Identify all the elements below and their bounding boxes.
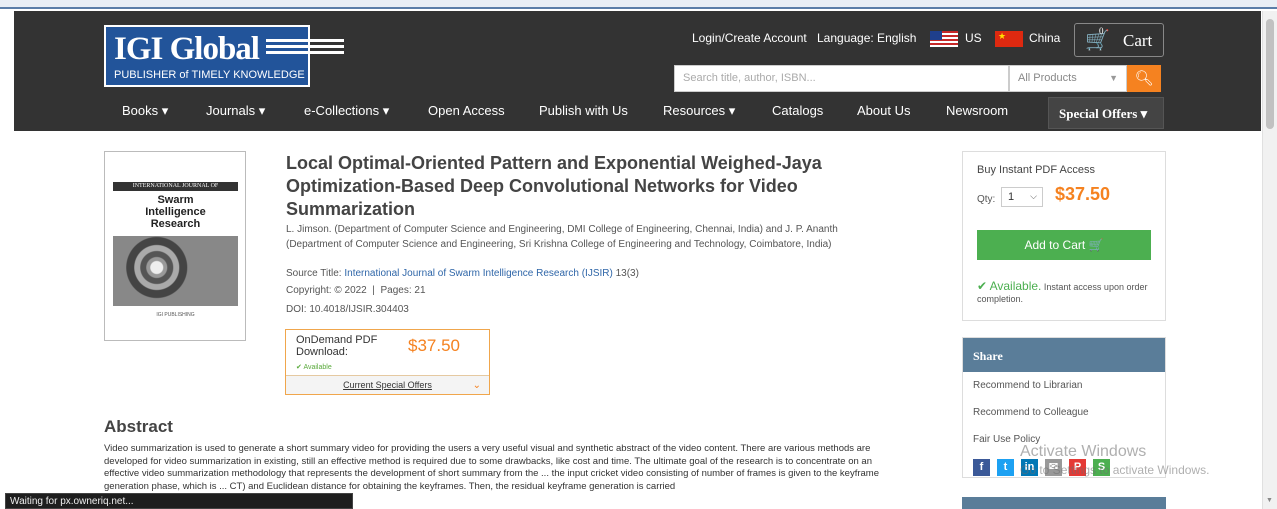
logo-name: IGI Global (114, 31, 260, 67)
product-filter-select[interactable]: All Products ▼ (1009, 65, 1127, 92)
copyright-pages-line: Copyright: © 2022 | Pages: 21 (286, 285, 426, 296)
region-china-link[interactable]: China (1029, 31, 1060, 45)
cart-icon: 🛒 (1088, 238, 1104, 252)
nav-journals[interactable]: Journals ▾ (206, 103, 265, 119)
doi: DOI: 10.4018/IJSIR.304403 (286, 304, 409, 315)
nav-resources[interactable]: Resources ▾ (663, 103, 735, 119)
browser-top-edge (0, 0, 1277, 9)
journal-cover-image[interactable]: INTERNATIONAL JOURNAL OF Swarm Intellige… (104, 151, 246, 341)
twitter-icon[interactable]: t (997, 459, 1014, 476)
login-link[interactable]: Login/Create Account (692, 31, 807, 45)
buy-price: $37.50 (1055, 184, 1111, 204)
scroll-down-icon[interactable]: ▼ (1266, 497, 1273, 504)
check-circle-icon: ✔ (296, 364, 302, 371)
abstract-heading: Abstract (104, 417, 173, 436)
ondemand-pdf-box: OnDemand PDF Download: $37.50 ✔ Availabl… (285, 329, 490, 395)
buy-heading: Buy Instant PDF Access (977, 164, 1095, 176)
region-us-link[interactable]: US (965, 31, 982, 45)
source-title-line: Source Title: International Journal of S… (286, 268, 639, 279)
check-circle-icon: ✔ (977, 279, 988, 293)
cover-artwork (113, 236, 238, 306)
cart-count: 0 (1099, 26, 1104, 36)
nav-books[interactable]: Books ▾ (122, 103, 168, 119)
qty-label: Qty: (977, 194, 996, 205)
recommend-colleague-link[interactable]: Recommend to Colleague (973, 407, 1089, 418)
nav-catalogs[interactable]: Catalogs (772, 103, 823, 118)
ondemand-label: OnDemand PDF Download: (296, 334, 378, 358)
logo-tagline: PUBLISHER of TIMELY KNOWLEDGE (114, 69, 305, 81)
chevron-down-icon: ⌄ (472, 380, 481, 391)
cart-button[interactable]: 🛒 0 Cart (1074, 23, 1164, 57)
cover-band: INTERNATIONAL JOURNAL OF (113, 182, 238, 191)
add-to-cart-button[interactable]: Add to Cart 🛒 (977, 230, 1151, 260)
availability-note: ✔ Available. Instant access upon order c… (977, 279, 1148, 304)
pages: Pages: 21 (380, 285, 426, 296)
browser-page: IGI Global PUBLISHER of TIMELY KNOWLEDGE… (0, 0, 1277, 509)
cart-label: Cart (1123, 31, 1153, 50)
current-special-offers-link[interactable]: Current Special Offers ⌄ (286, 375, 489, 394)
nav-open-access[interactable]: Open Access (428, 103, 505, 118)
next-panel-header (962, 497, 1166, 509)
cart-icon: 🛒 (1085, 30, 1110, 52)
nav-publish[interactable]: Publish with Us (539, 103, 628, 118)
nav-ecollections[interactable]: e-Collections ▾ (304, 103, 389, 119)
igi-global-logo[interactable]: IGI Global PUBLISHER of TIMELY KNOWLEDGE (104, 25, 344, 87)
language-selector[interactable]: Language: English (817, 31, 916, 45)
windows-watermark-subtitle: Go to Settings to activate Windows. (1020, 463, 1210, 477)
article-authors: L. Jimson. (Department of Computer Scien… (286, 224, 838, 250)
logo-stripes-icon (266, 39, 344, 61)
special-offers-button[interactable]: Special Offers ▾ (1048, 97, 1164, 129)
page-scrollbar[interactable]: ▼ (1262, 11, 1277, 509)
nav-newsroom[interactable]: Newsroom (946, 103, 1008, 118)
scrollbar-thumb[interactable] (1266, 19, 1274, 129)
qty-select[interactable]: 1 ⌵ (1001, 187, 1043, 207)
recommend-librarian-link[interactable]: Recommend to Librarian (973, 380, 1083, 391)
search-icon: 🔍︎ (1134, 70, 1154, 87)
windows-watermark-title: Activate Windows (1020, 443, 1147, 460)
site-header: IGI Global PUBLISHER of TIMELY KNOWLEDGE… (14, 11, 1261, 131)
cover-publisher: IGI PUBLISHING (156, 312, 195, 318)
copyright: Copyright: © 2022 (286, 285, 367, 296)
ondemand-availability: ✔ Available (296, 364, 332, 371)
chevron-down-icon: ▼ (1109, 73, 1118, 83)
search-input[interactable]: Search title, author, ISBN... (674, 65, 1009, 92)
source-title-link[interactable]: International Journal of Swarm Intellige… (344, 268, 612, 279)
browser-status-bar: Waiting for px.owneriq.net... (5, 493, 353, 509)
search-button[interactable]: 🔍︎ (1127, 65, 1161, 92)
article-title: Local Optimal-Oriented Pattern and Expon… (286, 153, 822, 219)
buy-pdf-box: Buy Instant PDF Access Qty: 1 ⌵ $37.50 A… (962, 151, 1166, 321)
share-heading: Share (963, 338, 1165, 372)
facebook-icon[interactable]: f (973, 459, 990, 476)
cover-title: Swarm Intelligence Research (145, 194, 206, 230)
us-flag-icon[interactable] (930, 31, 958, 47)
ondemand-price: $37.50 (408, 336, 460, 355)
china-flag-icon[interactable] (995, 31, 1023, 47)
chevron-down-icon: ⌵ (1030, 191, 1037, 201)
product-filter-value: All Products (1018, 72, 1077, 84)
nav-about[interactable]: About Us (857, 103, 910, 118)
abstract-text: Video summarization is used to generate … (104, 443, 879, 492)
